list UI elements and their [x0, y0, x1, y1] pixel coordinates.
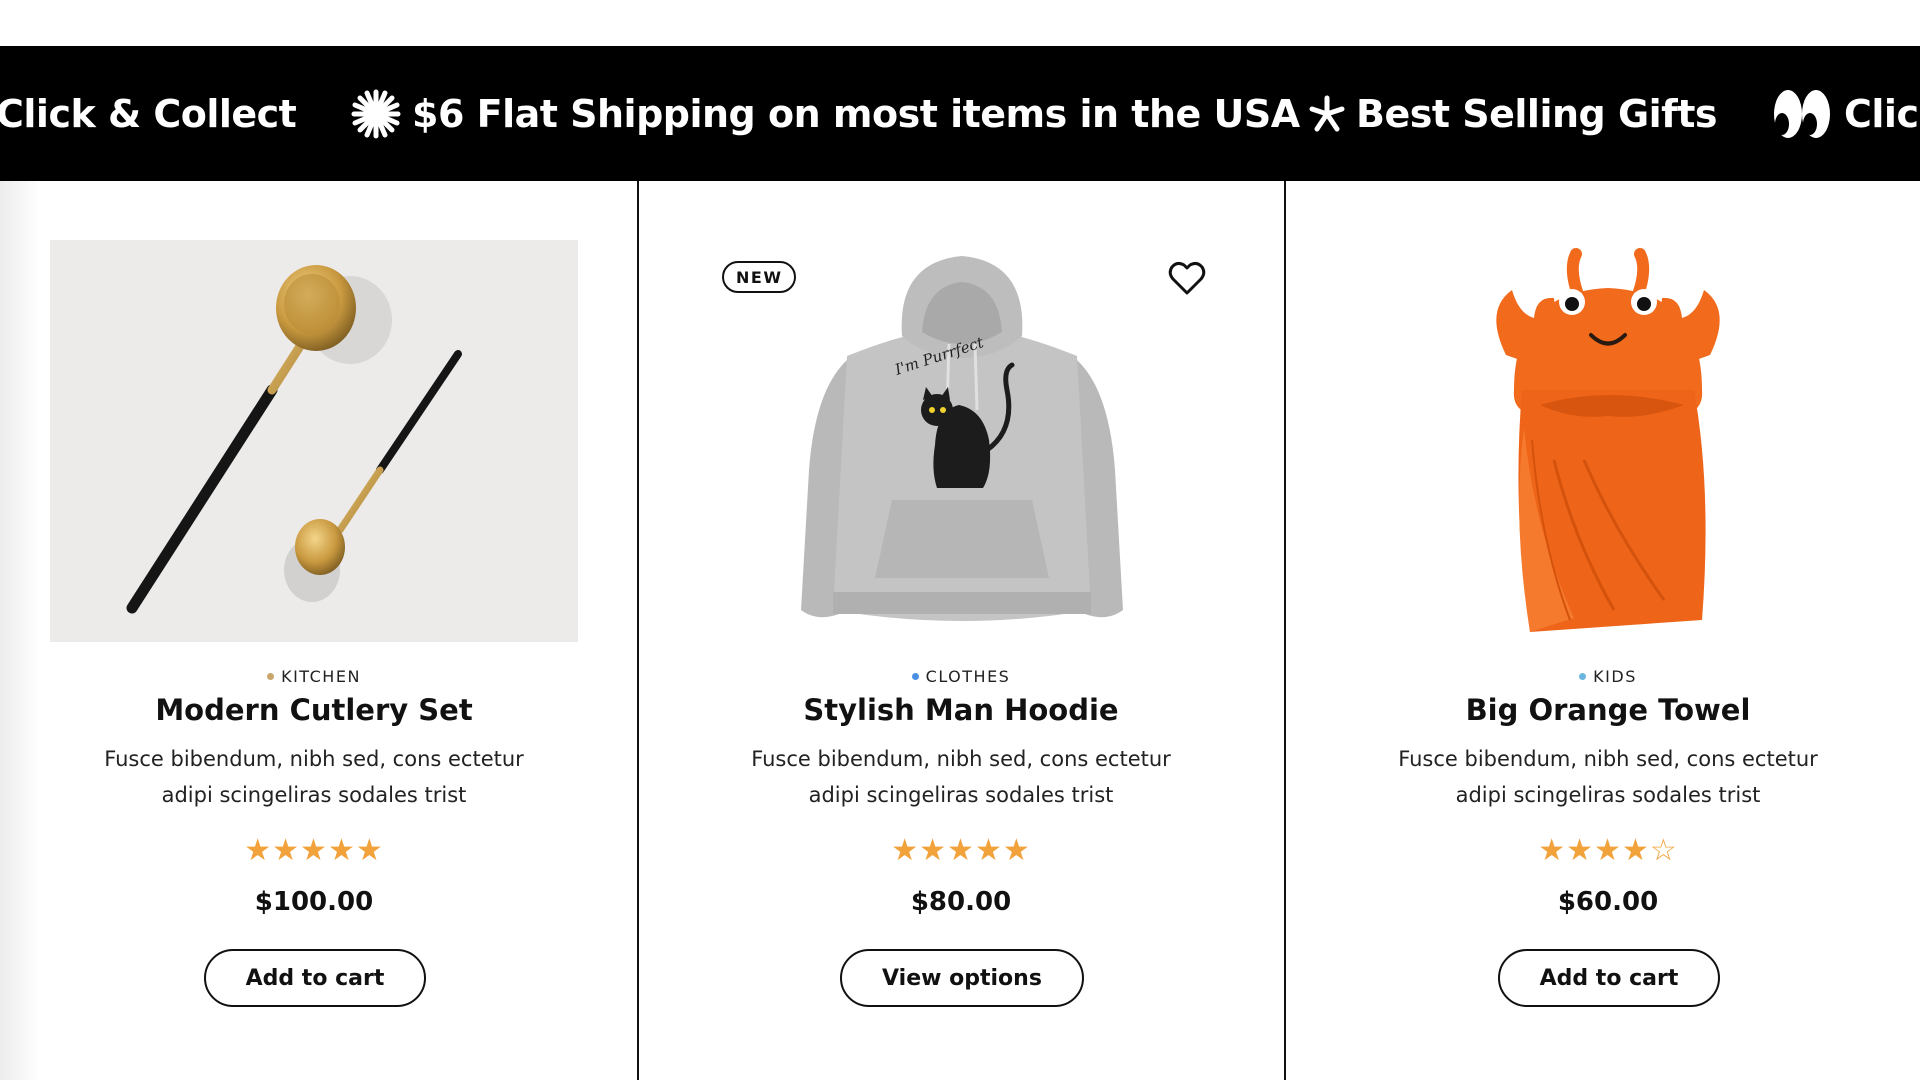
rating-stars: ★★★★★ [647, 833, 1275, 868]
star-filled-icon: ★ [272, 833, 301, 868]
category-label: KITCHEN [281, 667, 361, 686]
heart-icon[interactable] [1167, 259, 1207, 299]
product-description: Fusce bibendum, nibh sed, cons ectetur a… [104, 747, 524, 807]
product-card[interactable]: I'm Purrfect NEW CLOTHES Stylish Man Hoo… [647, 181, 1291, 1080]
star-filled-icon: ★ [947, 833, 975, 868]
star-filled-icon: ★ [1002, 833, 1031, 868]
category-dot [1579, 673, 1587, 680]
product-category: KIDS [1294, 667, 1920, 686]
ticker-item-click-collect-repeat: Clic [1770, 46, 1919, 181]
category-label: CLOTHES [925, 667, 1011, 686]
announcement-ticker: Click & Collect $6 Flat Shipping on most… [0, 46, 1920, 181]
rating-stars: ★★★★☆ [1294, 833, 1920, 868]
star-filled-icon: ★ [355, 833, 384, 868]
asterisk-burst-icon [350, 88, 402, 140]
product-grid: KITCHEN Modern Cutlery Set Fusce bibendu… [0, 181, 1920, 1080]
star-filled-icon: ★ [1538, 833, 1567, 868]
cutlery-image[interactable] [50, 240, 578, 642]
product-price: $60.00 [1557, 887, 1659, 917]
category-dot [267, 673, 275, 680]
product-card[interactable]: KIDS Big Orange Towel Fusce bibendum, ni… [1294, 181, 1920, 1080]
ticker-item-shipping: $6 Flat Shipping on most items in the US… [350, 46, 1300, 181]
ticker-text: Clic [1844, 91, 1919, 136]
star-filled-icon: ★ [891, 833, 920, 868]
star-filled-icon: ★ [244, 833, 273, 868]
category-dot [911, 673, 919, 680]
star-filled-icon: ★ [919, 833, 948, 868]
category-label: KIDS [1593, 667, 1637, 686]
ticker-text: Best Selling Gifts [1356, 91, 1717, 136]
eyes-icon [1770, 86, 1834, 142]
star-filled-icon: ★ [1621, 833, 1650, 868]
product-description: Fusce bibendum, nibh sed, cons ectetur a… [751, 747, 1171, 807]
hoodie-image[interactable]: I'm Purrfect [697, 240, 1225, 642]
star-filled-icon: ★ [1594, 833, 1622, 868]
product-description: Fusce bibendum, nibh sed, cons ectetur a… [1398, 747, 1818, 807]
star-empty-icon: ☆ [1649, 833, 1678, 868]
product-price: $80.00 [910, 887, 1012, 917]
star-filled-icon: ★ [327, 833, 356, 868]
ticker-text: $6 Flat Shipping on most items in the US… [412, 91, 1300, 136]
new-badge: NEW [722, 261, 797, 293]
add-to-cart-button[interactable]: Add to cart [204, 949, 426, 1007]
view-options-button[interactable]: View options [840, 949, 1084, 1007]
towel-image[interactable] [1344, 240, 1872, 642]
star-filled-icon: ★ [300, 833, 328, 868]
star-filled-icon: ★ [1566, 833, 1595, 868]
ticker-item-click-collect: Click & Collect [0, 46, 297, 181]
product-category: KITCHEN [0, 667, 628, 686]
ticker-item-best-selling: Best Selling Gifts [1308, 46, 1717, 181]
ticker-text: Click & Collect [0, 91, 297, 136]
rating-stars: ★★★★★ [0, 833, 628, 868]
product-title[interactable]: Stylish Man Hoodie [647, 693, 1275, 727]
product-title[interactable]: Modern Cutlery Set [0, 693, 628, 727]
product-price: $100.00 [254, 887, 374, 917]
add-to-cart-button[interactable]: Add to cart [1498, 949, 1720, 1007]
product-card[interactable]: KITCHEN Modern Cutlery Set Fusce bibendu… [0, 181, 644, 1080]
star-asterisk-icon [1308, 95, 1346, 133]
star-filled-icon: ★ [974, 833, 1003, 868]
product-category: CLOTHES [647, 667, 1275, 686]
product-title[interactable]: Big Orange Towel [1294, 693, 1920, 727]
